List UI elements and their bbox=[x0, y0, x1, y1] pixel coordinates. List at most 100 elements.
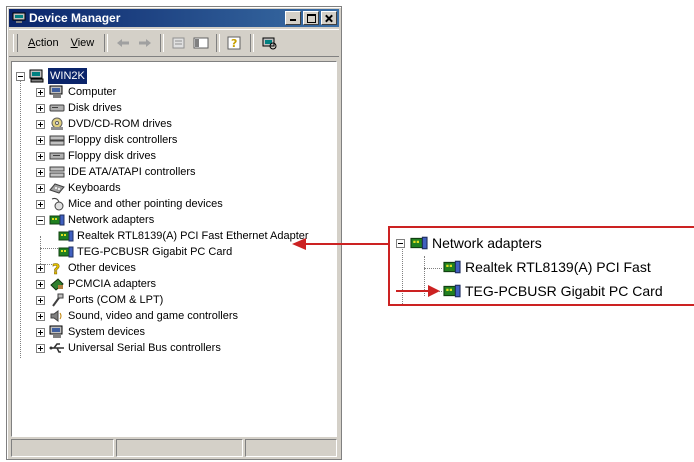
tree-item-mice[interactable]: Mice and other pointing devices bbox=[36, 196, 223, 212]
expand-toggle[interactable] bbox=[36, 327, 45, 337]
keyboard-icon bbox=[49, 183, 65, 194]
callout-arrow bbox=[396, 285, 440, 297]
collapse-toggle[interactable] bbox=[16, 71, 25, 81]
tree-item-system-devices[interactable]: System devices bbox=[36, 324, 145, 340]
tree-item-label: Sound, video and game controllers bbox=[68, 310, 238, 322]
status-panel bbox=[11, 439, 115, 457]
expand-toggle[interactable] bbox=[36, 151, 45, 161]
svg-text:?: ? bbox=[231, 37, 237, 50]
tree-line bbox=[40, 248, 58, 249]
expand-toggle[interactable] bbox=[36, 263, 45, 273]
tree-item-label: IDE ATA/ATAPI controllers bbox=[68, 166, 196, 178]
back-arrow-icon[interactable] bbox=[115, 36, 131, 50]
expand-toggle[interactable] bbox=[36, 87, 45, 97]
tree-item-dvd-cdrom[interactable]: DVD/CD-ROM drives bbox=[36, 116, 172, 132]
view-menu[interactable]: View bbox=[65, 37, 101, 49]
expand-toggle[interactable] bbox=[36, 295, 45, 305]
collapse-toggle[interactable] bbox=[36, 215, 45, 225]
tree-item-network-adapters[interactable]: Network adapters bbox=[36, 212, 154, 228]
device-label: TEG-PCBUSR Gigabit PC Card bbox=[77, 246, 233, 258]
tree-item-ports[interactable]: Ports (COM & LPT) bbox=[36, 292, 163, 308]
network-adapter-icon bbox=[49, 214, 65, 226]
expand-toggle[interactable] bbox=[36, 135, 45, 145]
toolbar-separator bbox=[216, 34, 221, 52]
cdrom-icon bbox=[51, 117, 63, 130]
expand-toggle[interactable] bbox=[36, 119, 45, 129]
properties-icon[interactable] bbox=[171, 36, 187, 50]
question-icon: ? bbox=[52, 262, 61, 275]
system-icon bbox=[49, 325, 63, 338]
tree-item-pcmcia[interactable]: PCMCIA adapters bbox=[36, 276, 156, 292]
tree-item-floppy-drives[interactable]: Floppy disk drives bbox=[36, 148, 156, 164]
tree-item-ide-controllers[interactable]: IDE ATA/ATAPI controllers bbox=[36, 164, 196, 180]
computer-icon bbox=[49, 85, 63, 98]
tree-line bbox=[20, 80, 21, 358]
expand-toggle[interactable] bbox=[36, 183, 45, 193]
action-menu[interactable]: Action bbox=[22, 37, 65, 49]
expand-toggle[interactable] bbox=[36, 167, 45, 177]
tree-item-usb[interactable]: Universal Serial Bus controllers bbox=[36, 340, 221, 356]
tree-item-computer[interactable]: Computer bbox=[36, 84, 116, 100]
expand-toggle[interactable] bbox=[36, 311, 45, 321]
tree-item-label: DVD/CD-ROM drives bbox=[68, 118, 172, 130]
tree-line bbox=[424, 268, 442, 269]
close-button[interactable] bbox=[321, 11, 337, 25]
tree-item-label: Ports (COM & LPT) bbox=[68, 294, 164, 306]
expand-toggle[interactable] bbox=[36, 343, 45, 353]
toolbar-separator bbox=[250, 34, 255, 52]
expand-toggle[interactable] bbox=[36, 279, 45, 289]
forward-arrow-icon[interactable] bbox=[137, 36, 153, 50]
scan-hardware-icon[interactable] bbox=[261, 36, 277, 50]
toolbar: Action View ? bbox=[9, 29, 339, 57]
tree-item-sound[interactable]: Sound, video and game controllers bbox=[36, 308, 238, 324]
expand-toggle[interactable] bbox=[36, 103, 45, 113]
expand-toggle[interactable] bbox=[36, 199, 45, 209]
zoom-callout: Network adapters Realtek RTL8139(A) PCI … bbox=[388, 226, 694, 306]
tree-item-label: Mice and other pointing devices bbox=[68, 198, 223, 210]
tree-item-label: Network adapters bbox=[68, 214, 155, 226]
network-adapter-icon bbox=[443, 284, 461, 298]
tree-item-label: Floppy disk controllers bbox=[68, 134, 178, 146]
tree-item-label: Keyboards bbox=[68, 182, 121, 194]
console-tree-icon[interactable] bbox=[193, 36, 209, 50]
help-icon[interactable]: ? bbox=[227, 36, 243, 50]
minimize-button[interactable] bbox=[285, 11, 301, 25]
network-adapter-icon bbox=[410, 236, 428, 250]
tree-item-keyboards[interactable]: Keyboards bbox=[36, 180, 121, 196]
pointer-arrow bbox=[292, 238, 388, 250]
tree-item-floppy-controllers[interactable]: Floppy disk controllers bbox=[36, 132, 177, 148]
callout-label: Realtek RTL8139(A) PCI Fast bbox=[465, 259, 651, 275]
title-bar[interactable]: Device Manager bbox=[9, 9, 339, 27]
callout-label: Network adapters bbox=[432, 235, 542, 251]
collapse-toggle bbox=[396, 238, 405, 248]
network-adapter-icon bbox=[58, 230, 74, 242]
tree-item-label: Other devices bbox=[68, 262, 136, 274]
device-tree-pane[interactable]: WIN2K Computer Disk drives DVD/CD-ROM dr… bbox=[11, 61, 337, 437]
toolbar-grip[interactable] bbox=[13, 34, 18, 52]
network-adapter-icon bbox=[58, 246, 74, 258]
tree-item-label: Floppy disk drives bbox=[68, 150, 157, 162]
disk-drive-icon bbox=[49, 104, 65, 112]
callout-network-adapters: Network adapters bbox=[396, 232, 542, 254]
network-adapter-icon bbox=[443, 260, 461, 274]
maximize-button[interactable] bbox=[303, 11, 319, 25]
ide-controller-icon bbox=[49, 166, 65, 178]
tree-item-disk-drives[interactable]: Disk drives bbox=[36, 100, 122, 116]
tree-item-other-devices[interactable]: ? Other devices bbox=[36, 260, 136, 276]
sound-icon bbox=[50, 310, 62, 322]
root-label: WIN2K bbox=[48, 68, 87, 84]
toolbar-separator bbox=[104, 34, 109, 52]
device-manager-icon bbox=[12, 12, 26, 23]
callout-label: TEG-PCBUSR Gigabit PC Card bbox=[465, 283, 663, 299]
callout-teg: TEG-PCBUSR Gigabit PC Card bbox=[442, 280, 663, 302]
network-adapter-teg[interactable]: TEG-PCBUSR Gigabit PC Card bbox=[58, 244, 232, 260]
controller-icon bbox=[49, 135, 65, 146]
network-adapter-realtek[interactable]: Realtek RTL8139(A) PCI Fast Ethernet Ada… bbox=[58, 228, 309, 244]
tree-root[interactable]: WIN2K bbox=[16, 68, 87, 84]
callout-realtek: Realtek RTL8139(A) PCI Fast bbox=[442, 256, 651, 278]
tree-item-label: Disk drives bbox=[68, 102, 122, 114]
toolbar-separator bbox=[160, 34, 165, 52]
status-bar bbox=[11, 439, 338, 457]
window-title: Device Manager bbox=[29, 11, 121, 25]
usb-icon bbox=[49, 343, 64, 353]
